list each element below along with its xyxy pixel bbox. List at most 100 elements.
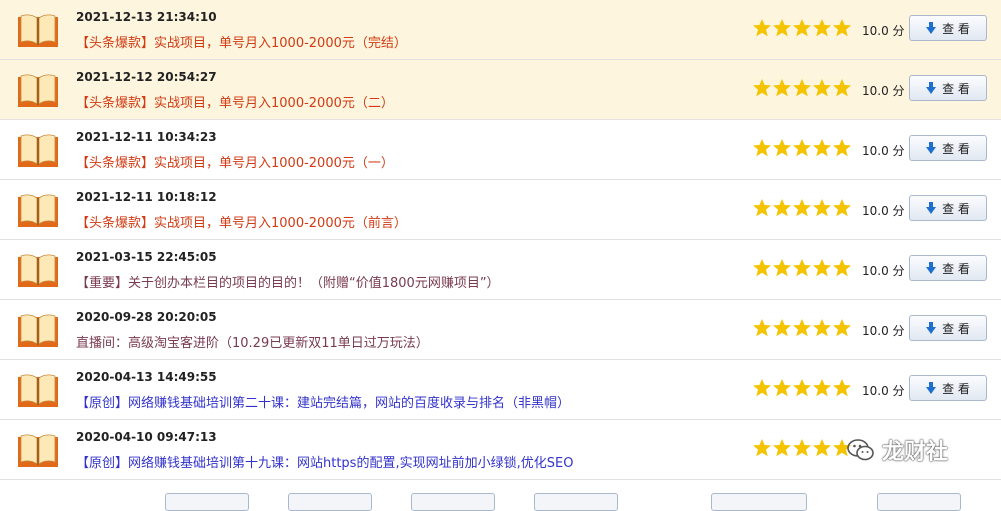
pagination-button[interactable] (411, 493, 495, 511)
article-list: 2021-12-13 21:34:10 【头条爆款】实战项目，单号月入1000-… (0, 0, 1001, 480)
list-item: 2021-12-11 10:18:12 【头条爆款】实战项目，单号月入1000-… (0, 180, 1001, 240)
pagination-button[interactable] (288, 493, 372, 511)
view-button-label: 查 看 (942, 21, 970, 36)
star-icon (793, 439, 811, 457)
star-icon (813, 259, 831, 277)
star-icon (753, 19, 771, 37)
book-icon (18, 374, 58, 407)
pagination-button[interactable] (877, 493, 961, 511)
view-button[interactable]: 查 看 (909, 195, 987, 221)
star-icon (833, 79, 851, 97)
item-title[interactable]: 【原创】网络赚钱基础培训第十九课：网站https的配置,实现网址前加小绿锁,优化… (76, 452, 573, 471)
item-date: 2020-04-10 09:47:13 (76, 430, 217, 444)
star-icon (773, 199, 791, 217)
item-title[interactable]: 【头条爆款】实战项目，单号月入1000-2000元（一） (76, 152, 394, 171)
view-button-label: 查 看 (942, 81, 970, 96)
star-icon (813, 439, 831, 457)
pagination-bar (0, 480, 1001, 511)
arrow-down-icon (926, 202, 937, 214)
rating-stars (752, 198, 852, 218)
star-icon (793, 259, 811, 277)
star-icon (813, 319, 831, 337)
star-icon (833, 199, 851, 217)
list-item: 2020-04-10 09:47:13 【原创】网络赚钱基础培训第十九课：网站h… (0, 420, 1001, 480)
item-title[interactable]: 【重要】关于创办本栏目的项目的目的！（附赠“价值1800元网赚项目”） (76, 272, 500, 291)
view-button[interactable]: 查 看 (909, 255, 987, 281)
book-icon (18, 14, 58, 47)
star-icon (753, 379, 771, 397)
pagination-button[interactable] (711, 493, 807, 511)
list-item: 2021-12-12 20:54:27 【头条爆款】实战项目，单号月入1000-… (0, 60, 1001, 120)
book-icon (18, 314, 58, 347)
item-date: 2021-12-13 21:34:10 (76, 10, 217, 24)
item-score: 10.0 分 (862, 84, 905, 98)
star-icon (833, 139, 851, 157)
star-icon (793, 19, 811, 37)
item-score: 10.0 分 (862, 264, 905, 278)
star-icon (753, 79, 771, 97)
item-title[interactable]: 直播间：高级淘宝客进阶（10.29已更新双11单日过万玩法） (76, 332, 429, 351)
star-icon (833, 319, 851, 337)
star-icon (753, 439, 771, 457)
view-button[interactable]: 查 看 (909, 75, 987, 101)
rating-stars (752, 18, 852, 38)
item-title[interactable]: 【头条爆款】实战项目，单号月入1000-2000元（二） (76, 92, 394, 111)
list-item: 2021-12-11 10:34:23 【头条爆款】实战项目，单号月入1000-… (0, 120, 1001, 180)
arrow-down-icon (926, 382, 937, 394)
item-date: 2021-03-15 22:45:05 (76, 250, 217, 264)
view-button[interactable]: 查 看 (909, 315, 987, 341)
item-score: 10.0 分 (862, 384, 905, 398)
book-icon (18, 254, 58, 287)
arrow-down-icon (926, 22, 937, 34)
item-title[interactable]: 【头条爆款】实战项目，单号月入1000-2000元（前言） (76, 212, 407, 231)
item-title[interactable]: 【原创】网络赚钱基础培训第二十课：建站完结篇，网站的百度收录与排名（非黑帽） (76, 392, 570, 411)
star-icon (813, 139, 831, 157)
item-date: 2021-12-11 10:34:23 (76, 130, 217, 144)
view-button[interactable]: 查 看 (909, 375, 987, 401)
arrow-down-icon (926, 322, 937, 334)
book-icon (18, 434, 58, 467)
star-icon (833, 259, 851, 277)
pagination-button[interactable] (534, 493, 618, 511)
star-icon (813, 19, 831, 37)
star-icon (793, 199, 811, 217)
list-item: 2020-09-28 20:20:05 直播间：高级淘宝客进阶（10.29已更新… (0, 300, 1001, 360)
view-button-label: 查 看 (942, 381, 970, 396)
star-icon (793, 319, 811, 337)
list-item: 2021-12-13 21:34:10 【头条爆款】实战项目，单号月入1000-… (0, 0, 1001, 60)
view-button-label: 查 看 (942, 261, 970, 276)
item-date: 2020-04-13 14:49:55 (76, 370, 217, 384)
rating-stars (752, 258, 852, 278)
book-icon (18, 194, 58, 227)
star-icon (773, 79, 791, 97)
rating-stars (752, 78, 852, 98)
star-icon (833, 379, 851, 397)
view-button[interactable]: 查 看 (909, 15, 987, 41)
star-icon (773, 139, 791, 157)
star-icon (793, 139, 811, 157)
rating-stars (752, 138, 852, 158)
view-button[interactable]: 查 看 (909, 135, 987, 161)
arrow-down-icon (926, 262, 937, 274)
star-icon (773, 19, 791, 37)
rating-stars (752, 378, 852, 398)
star-icon (753, 199, 771, 217)
star-icon (813, 79, 831, 97)
star-icon (773, 379, 791, 397)
star-icon (813, 379, 831, 397)
book-icon (18, 74, 58, 107)
item-score: 10.0 分 (862, 24, 905, 38)
view-button-label: 查 看 (942, 141, 970, 156)
star-icon (773, 439, 791, 457)
view-button-label: 查 看 (942, 201, 970, 216)
arrow-down-icon (926, 142, 937, 154)
item-score: 10.0 分 (862, 144, 905, 158)
arrow-down-icon (926, 82, 937, 94)
item-score: 10.0 分 (862, 324, 905, 338)
pagination-button[interactable] (165, 493, 249, 511)
star-icon (753, 259, 771, 277)
item-title[interactable]: 【头条爆款】实战项目，单号月入1000-2000元（完结） (76, 32, 407, 51)
star-icon (813, 199, 831, 217)
star-icon (773, 259, 791, 277)
item-date: 2021-12-12 20:54:27 (76, 70, 217, 84)
